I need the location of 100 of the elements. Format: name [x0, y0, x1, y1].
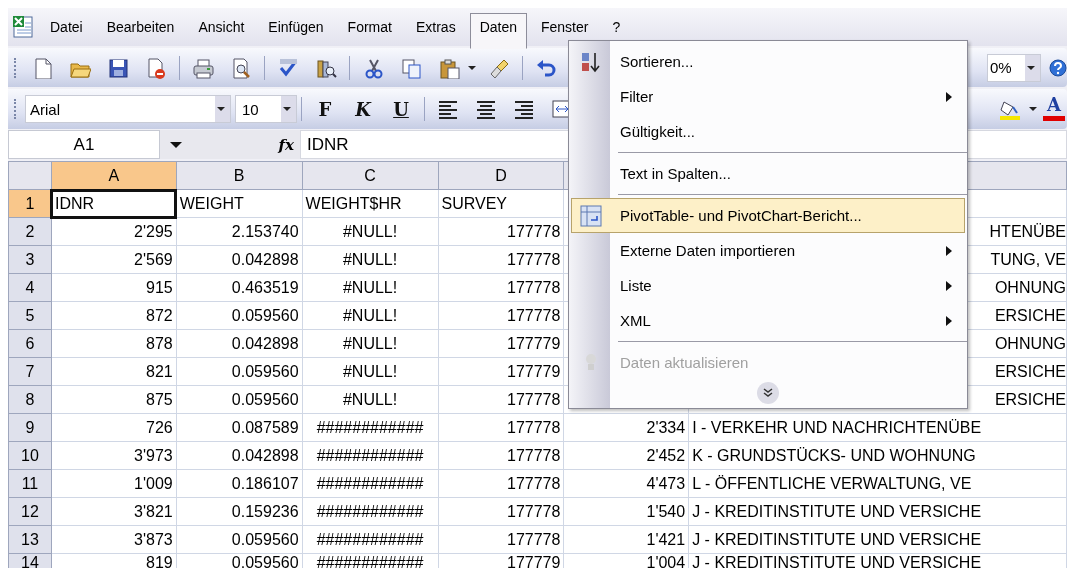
function-label[interactable]: fx	[278, 135, 294, 154]
light-bulb-icon	[585, 352, 597, 373]
zoom-field[interactable]: 0%	[987, 53, 1041, 82]
menu-item[interactable]: Extras	[405, 13, 466, 41]
table-cell: WEIGHT	[176, 189, 303, 218]
table-cell: ############	[302, 441, 438, 470]
row-header[interactable]: 5	[8, 301, 52, 330]
row-header[interactable]: 4	[8, 273, 52, 302]
underline-button[interactable]: U	[386, 94, 416, 124]
table-cell: 3'821	[51, 497, 177, 526]
row-header[interactable]: 8	[8, 385, 52, 414]
document-stop-icon[interactable]	[145, 56, 167, 79]
align-left-icon[interactable]	[437, 98, 459, 120]
table-cell: 1'009	[51, 469, 177, 498]
table-cell: #NULL!	[302, 245, 438, 274]
table-cell: 0.059560	[176, 385, 303, 414]
print-preview-icon[interactable]	[230, 56, 252, 79]
menu-item[interactable]: Daten	[469, 13, 527, 49]
table-cell: 177778	[438, 217, 564, 246]
table-cell: ############	[302, 497, 438, 526]
menu-item[interactable]: Filter	[571, 79, 965, 114]
menu-item[interactable]: Einfügen	[258, 13, 334, 41]
clipboard-icon[interactable]	[438, 56, 460, 79]
align-right-icon[interactable]	[513, 98, 535, 120]
table-cell: 872	[51, 301, 177, 330]
menu-item[interactable]: PivotTable- und PivotChart-Bericht...	[571, 198, 965, 233]
table-cell: IDNR	[51, 189, 177, 218]
caret-icon	[216, 106, 225, 112]
row-header[interactable]: 10	[8, 441, 52, 470]
table-cell: 177778	[438, 301, 564, 330]
caret-icon	[282, 106, 291, 112]
caret-icon	[1026, 64, 1035, 71]
menu-item[interactable]: ?	[602, 13, 631, 41]
table-cell: 0.042898	[176, 245, 303, 274]
row-header[interactable]: 13	[8, 525, 52, 554]
menu-item[interactable]: Text in Spalten...	[571, 156, 965, 191]
column-header[interactable]: D	[438, 161, 564, 190]
row-header[interactable]: 9	[8, 413, 52, 442]
fill-color-icon[interactable]	[999, 98, 1021, 120]
row-header[interactable]: 2	[8, 217, 52, 246]
table-cell: 3'873	[51, 525, 177, 554]
table-cell: 821	[51, 357, 177, 386]
row-header[interactable]: 11	[8, 469, 52, 498]
table-cell: 726	[51, 413, 177, 442]
menu-item[interactable]: Datei	[40, 13, 93, 41]
table-cell: #NULL!	[302, 329, 438, 358]
italic-button[interactable]: K	[348, 94, 378, 124]
table-cell: 3'973	[51, 441, 177, 470]
row-header[interactable]: 3	[8, 245, 52, 274]
row-header[interactable]: 12	[8, 497, 52, 526]
expand-button[interactable]	[757, 382, 779, 404]
submenu-arrow-icon	[946, 315, 952, 326]
menu-item[interactable]: Fenster	[531, 13, 599, 41]
sort-icon	[580, 50, 602, 73]
table-cell: K - GRUNDSTÜCKS- UND WOHNUNG	[688, 441, 1067, 470]
table-cell: 177778	[438, 497, 564, 526]
menu-item[interactable]: Sortieren...	[571, 44, 965, 79]
align-center-icon[interactable]	[475, 98, 497, 120]
printer-icon[interactable]	[192, 56, 214, 79]
table-cell: L - ÖFFENTLICHE VERWALTUNG, VE	[688, 469, 1067, 498]
submenu-arrow-icon	[946, 280, 952, 291]
table-cell: 0.059560	[176, 525, 303, 554]
column-header[interactable]: B	[176, 161, 303, 190]
table-cell: 4'473	[563, 469, 689, 498]
row-header[interactable]: 6	[8, 329, 52, 358]
font-field[interactable]: Arial	[25, 95, 231, 123]
submenu-arrow-icon	[946, 91, 952, 102]
table-cell: ############	[302, 469, 438, 498]
column-header[interactable]: C	[302, 161, 438, 190]
spell-check-icon[interactable]	[277, 56, 299, 79]
name-box[interactable]: A1	[8, 130, 160, 159]
table-cell: 2'569	[51, 245, 177, 274]
table-cell: 177778	[438, 441, 564, 470]
font-size-field[interactable]: 10	[235, 95, 297, 123]
table-cell: 915	[51, 273, 177, 302]
table-cell: I - VERKEHR UND NACHRICHTENÜBE	[688, 413, 1067, 442]
copy-icon[interactable]	[400, 56, 422, 79]
table-cell: WEIGHT$HR	[302, 189, 438, 218]
caret-icon	[468, 64, 476, 71]
table-cell: 0.042898	[176, 329, 303, 358]
menu-item[interactable]: Ansicht	[188, 13, 255, 41]
table-cell: 177778	[438, 525, 564, 554]
submenu-arrow-icon	[946, 245, 952, 256]
table-cell: 0.463519	[176, 273, 303, 302]
bold-button[interactable]: F	[310, 94, 340, 124]
table-cell: 177779	[438, 357, 564, 386]
table-cell: 177778	[438, 413, 564, 442]
table-cell: 177778	[438, 273, 564, 302]
table-cell: 1'540	[563, 497, 689, 526]
caret-icon	[1029, 106, 1037, 112]
row-header[interactable]: 7	[8, 357, 52, 386]
table-cell: 177778	[438, 245, 564, 274]
table-cell: J - KREDITINSTITUTE UND VERSICHE	[688, 525, 1067, 554]
menu-item[interactable]: Gültigkeit...	[571, 114, 965, 149]
menu-item[interactable]: Format	[337, 13, 402, 41]
column-header[interactable]: A	[51, 161, 177, 190]
font-color-button[interactable]: A	[1041, 94, 1067, 124]
table-cell: #NULL!	[302, 301, 438, 330]
table-cell: J - KREDITINSTITUTE UND VERSICHE	[688, 497, 1067, 526]
menu-item[interactable]: Bearbeiten	[96, 13, 185, 41]
